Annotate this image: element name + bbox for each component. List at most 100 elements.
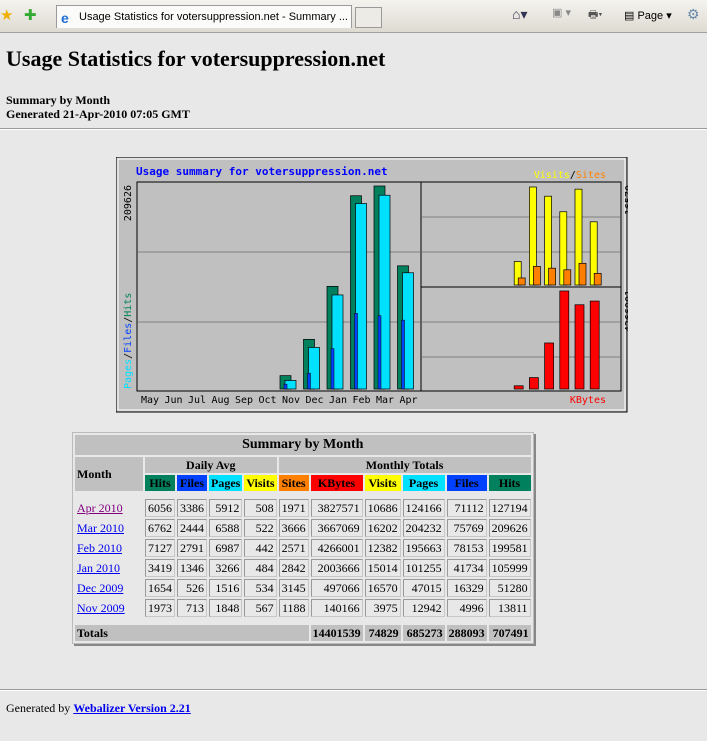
cell-hits: 51280 <box>488 579 531 597</box>
kbytes-bar <box>513 385 524 390</box>
column-header-files: Files <box>446 475 487 491</box>
cell-hits: 7127 <box>145 539 175 557</box>
left-axis-max: 209626 <box>123 185 134 221</box>
column-header-pages: Pages <box>402 475 445 491</box>
month-tick-label: Jul <box>188 395 206 406</box>
month-link[interactable]: Dec 2009 <box>77 581 123 595</box>
cell-files: 4996 <box>446 599 487 617</box>
sites-bar <box>593 272 602 286</box>
favorites-star-icon[interactable]: ★ <box>0 6 13 24</box>
files-bar <box>330 348 335 390</box>
cell-files: 2791 <box>177 539 207 557</box>
kbytes-bar <box>574 304 585 390</box>
page-menu[interactable]: ▤ Page ▾ <box>624 9 672 22</box>
legend-hits: Hits <box>123 293 134 317</box>
month-link[interactable]: Jan 2010 <box>77 561 120 575</box>
new-tab-button[interactable] <box>355 7 382 28</box>
table-row: Nov 2009 1973 713 1848 567 1188 140166 3975 1294… <box>75 599 531 617</box>
footer-divider <box>0 689 707 691</box>
cell-pages: 101255 <box>402 559 445 577</box>
month-header: Month <box>75 457 143 491</box>
cell-hits: 6762 <box>145 519 175 537</box>
month-link[interactable]: Feb 2010 <box>77 541 122 555</box>
browser-tab[interactable]: e Usage Statistics for votersuppression.n… <box>56 5 352 28</box>
cell-visits: 508 <box>244 499 277 517</box>
cell-visits: 16570 <box>364 579 401 597</box>
cell-pages: 195663 <box>402 539 445 557</box>
cell-pages: 124166 <box>402 499 445 517</box>
cell-kbytes: 140166 <box>310 599 363 617</box>
cell-kbytes: 4266001 <box>310 539 363 557</box>
cell-sites: 3666 <box>278 519 309 537</box>
tools-gear-icon[interactable]: ⚙ <box>687 6 700 23</box>
cell-visits: 3975 <box>364 599 401 617</box>
print-icon[interactable]: 🖶▾ <box>588 6 602 25</box>
feeds-icon[interactable]: ▣ ▾ <box>552 6 571 19</box>
cell-pages: 12942 <box>402 599 445 617</box>
total-value: 685273 <box>402 625 445 641</box>
sites-bar <box>563 269 572 286</box>
visits-axis-max: 16570 <box>624 185 628 215</box>
cell-sites: 2571 <box>278 539 309 557</box>
page-menu-label: Page <box>637 10 664 22</box>
cell-files: 71112 <box>446 499 487 517</box>
usage-summary-chart: Usage summary for votersuppression.net Pa… <box>116 157 628 413</box>
cell-files: 1346 <box>177 559 207 577</box>
table-row: Mar 2010 6762 2444 6588 522 3666 3667069 16202 2… <box>75 519 531 537</box>
month-link[interactable]: Apr 2010 <box>77 501 123 515</box>
cell-hits: 105999 <box>488 559 531 577</box>
column-header-hits: Hits <box>145 475 175 491</box>
month-tick-label: Jan <box>329 395 347 406</box>
total-value: 288093 <box>446 625 487 641</box>
cell-visits: 442 <box>244 539 277 557</box>
cell-hits: 13811 <box>488 599 531 617</box>
total-value: 74829 <box>364 625 401 641</box>
month-link[interactable]: Mar 2010 <box>77 521 124 535</box>
totals-label: Totals <box>75 625 309 641</box>
cell-visits: 10686 <box>364 499 401 517</box>
table-row: Dec 2009 1654 526 1516 534 3145 497066 16570 470… <box>75 579 531 597</box>
cell-hits: 1654 <box>145 579 175 597</box>
month-tick-label: Apr <box>399 395 417 406</box>
files-bar <box>283 383 288 390</box>
cell-files: 526 <box>177 579 207 597</box>
legend-files: Files <box>123 323 134 353</box>
table-title: Summary by Month <box>75 435 531 455</box>
month-tick-label: Feb <box>352 395 370 406</box>
cell-hits: 127194 <box>488 499 531 517</box>
cell-files: 75769 <box>446 519 487 537</box>
add-favorites-icon[interactable]: ✚ <box>24 6 37 24</box>
sites-bar <box>533 266 541 286</box>
ie-icon: e <box>61 10 69 26</box>
month-tick-label: May <box>141 395 159 406</box>
total-value: 707491 <box>488 625 531 641</box>
cell-sites: 1971 <box>278 499 309 517</box>
table-row: Jan 2010 3419 1346 3266 484 2842 2003666 15014 1… <box>75 559 531 577</box>
month-tick-label: Sep <box>235 395 253 406</box>
cell-visits: 12382 <box>364 539 401 557</box>
table-row: Apr 2010 6056 3386 5912 508 1971 3827571 10686 1… <box>75 499 531 517</box>
daily-avg-header: Daily Avg <box>145 457 277 473</box>
cell-pages: 5912 <box>209 499 243 517</box>
cell-hits: 1973 <box>145 599 175 617</box>
month-tick-label: Nov <box>282 395 300 406</box>
table-row: Feb 2010 7127 2791 6987 442 2571 4266001 12382 1… <box>75 539 531 557</box>
cell-pages: 6987 <box>209 539 243 557</box>
home-icon[interactable]: ⌂▾ <box>512 6 527 23</box>
kbytes-bar <box>544 342 554 390</box>
legend-pages: Pages <box>123 359 134 389</box>
webalizer-link[interactable]: Webalizer Version 2.21 <box>73 701 190 715</box>
legend-sites: Sites <box>576 170 606 181</box>
page-title: Usage Statistics for votersuppression.ne… <box>6 46 386 71</box>
cell-visits: 534 <box>244 579 277 597</box>
cell-visits: 15014 <box>364 559 401 577</box>
files-bar <box>354 313 358 390</box>
cell-kbytes: 2003666 <box>310 559 363 577</box>
cell-files: 3386 <box>177 499 207 517</box>
left-axis-label: Pages/Files/Hits <box>123 293 134 389</box>
cell-files: 41734 <box>446 559 487 577</box>
kbytes-bar <box>589 300 600 390</box>
cell-pages: 1848 <box>209 599 243 617</box>
cell-pages: 6588 <box>209 519 243 537</box>
month-link[interactable]: Nov 2009 <box>77 601 125 615</box>
